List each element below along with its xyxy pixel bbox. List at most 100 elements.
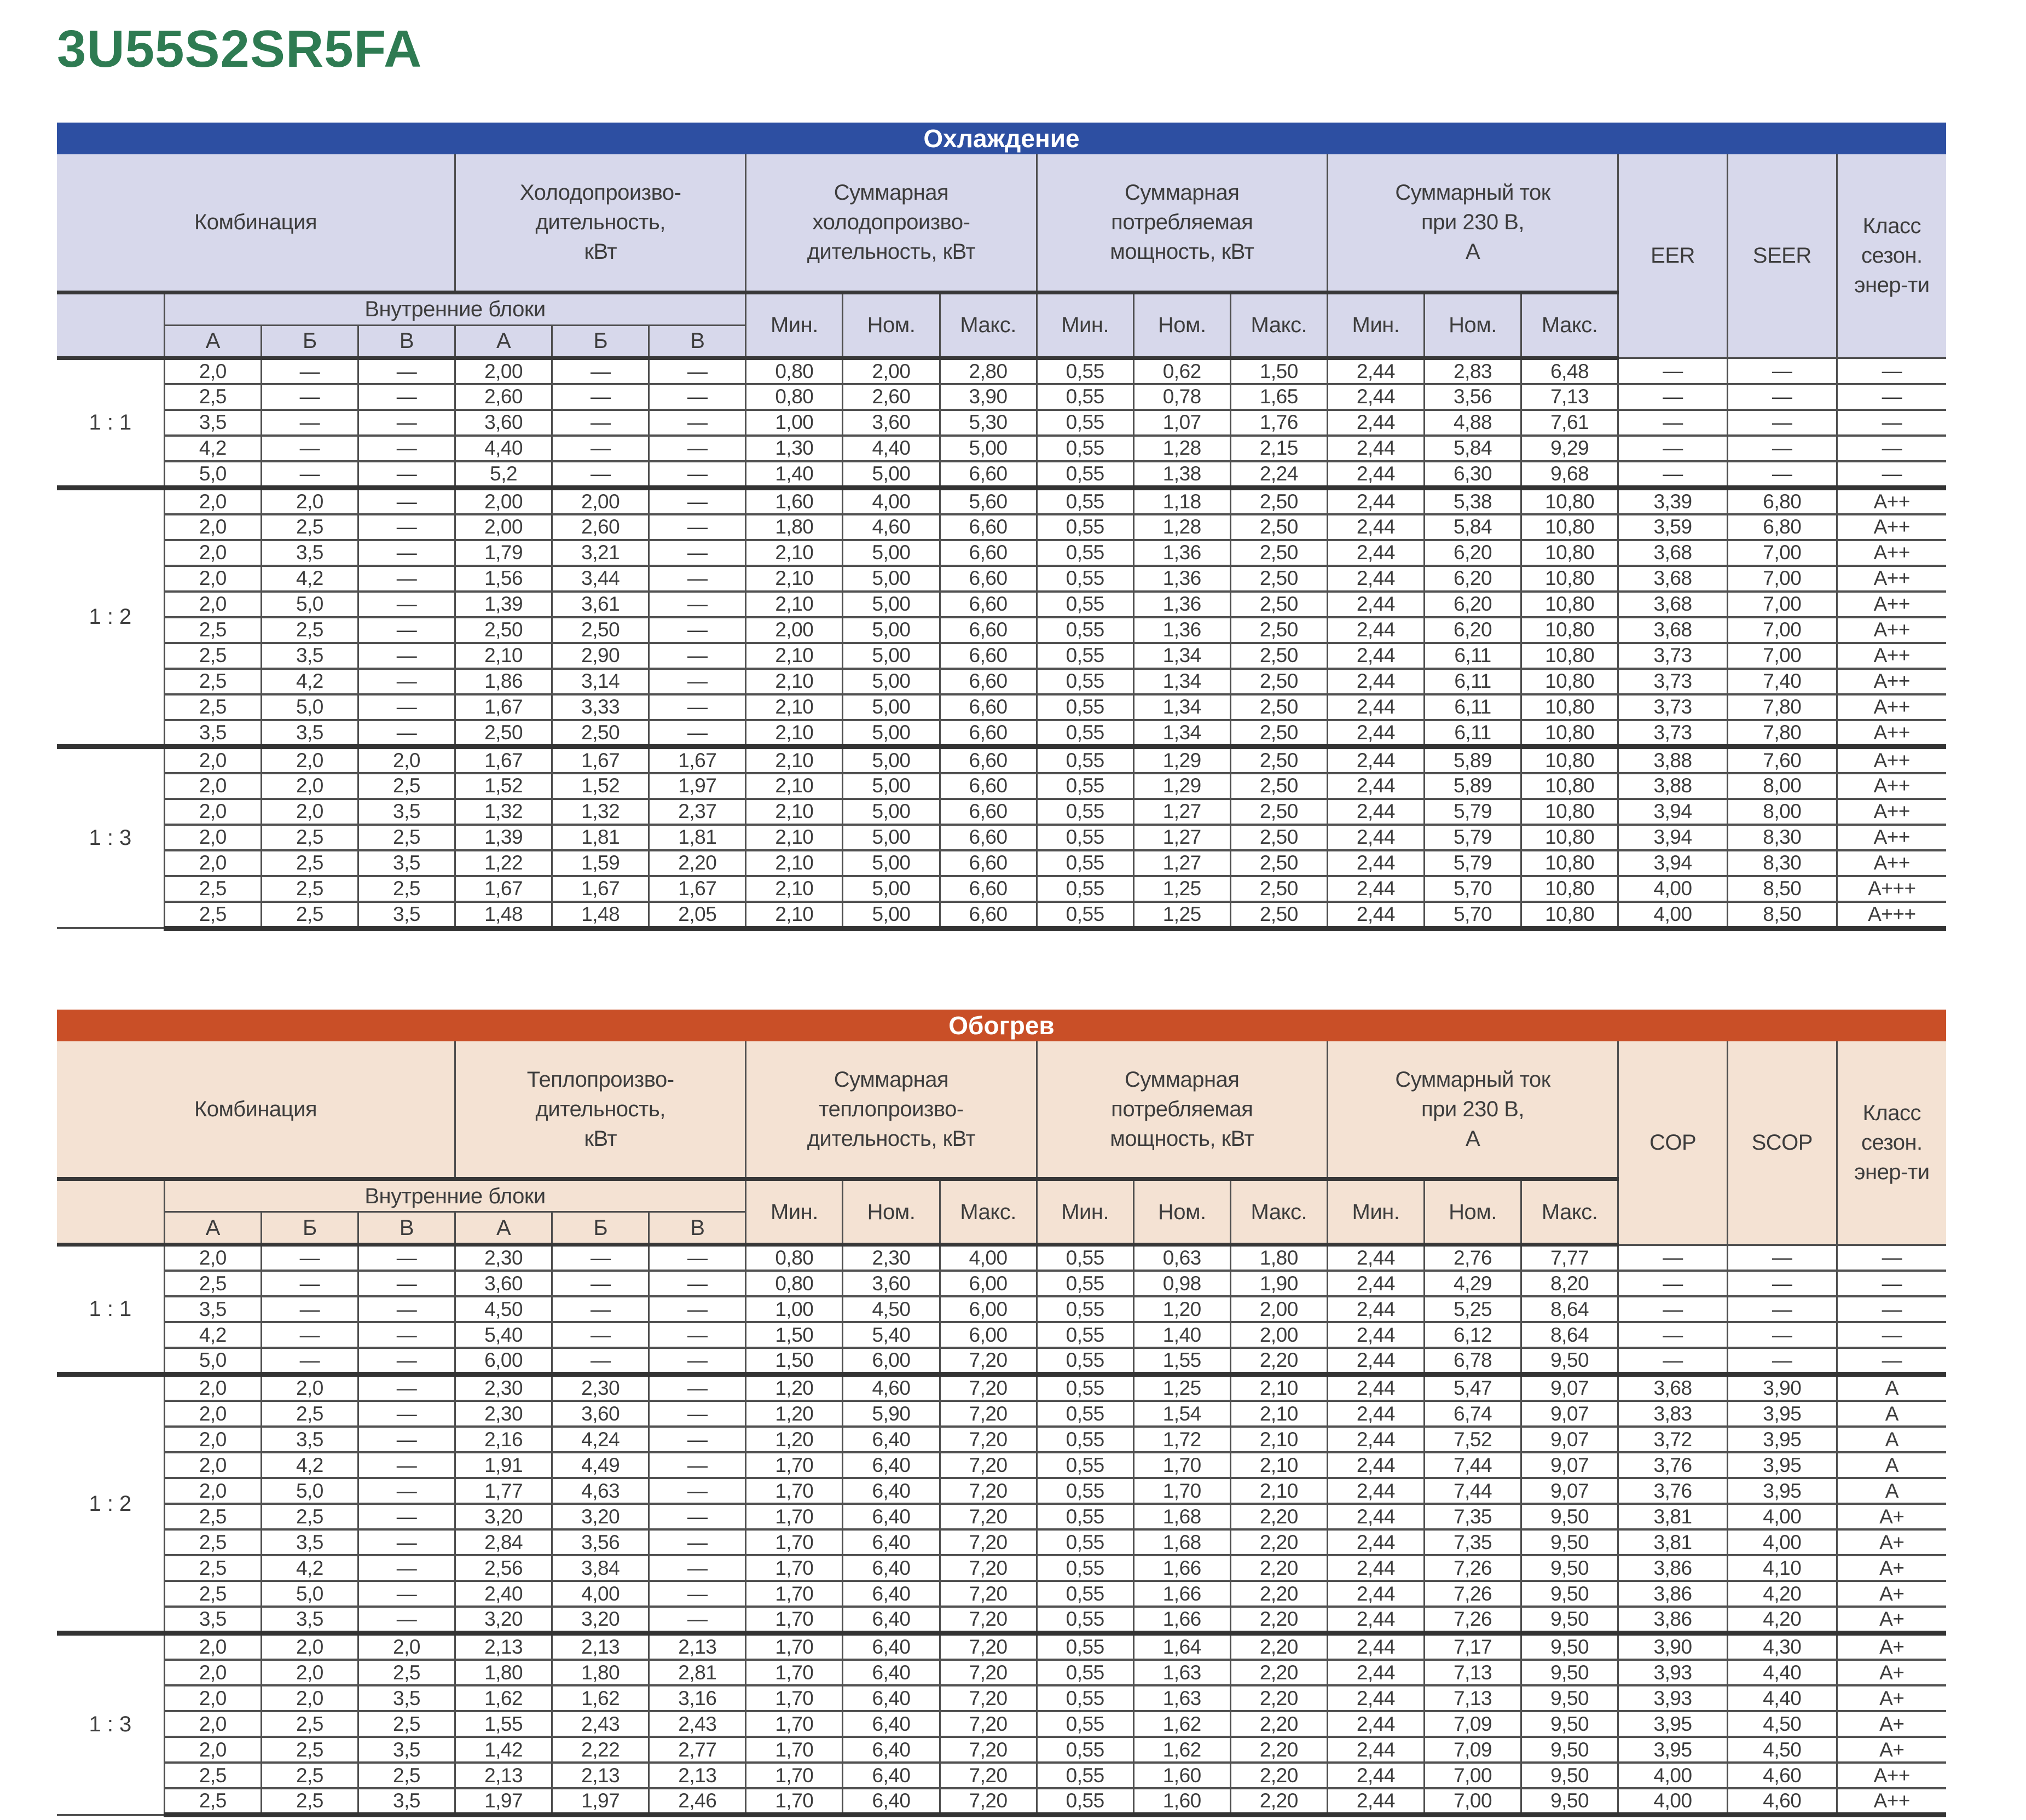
cell-current-nom: 4,29: [1424, 1271, 1521, 1296]
cell-current-nom: 7,35: [1424, 1504, 1521, 1529]
cell-cap-v: —: [649, 1245, 746, 1271]
cell-current-max: 10,80: [1521, 643, 1618, 669]
cell-comb-a: 2,5: [164, 694, 261, 720]
cell-scop: —: [1727, 1245, 1837, 1271]
cell-total-cap-max: 7,20: [940, 1737, 1037, 1763]
cell-cap-a: 1,80: [455, 1660, 552, 1685]
cell-total-cap-nom: 4,50: [843, 1296, 940, 1322]
cell-scop: 4,50: [1727, 1737, 1837, 1763]
cell-current-nom: 7,17: [1424, 1633, 1521, 1660]
cell-current-min: 2,44: [1327, 825, 1424, 850]
cell-power-nom: 1,72: [1133, 1427, 1230, 1452]
cell-comb-a: 2,0: [164, 566, 261, 592]
cell-power-min: 0,55: [1037, 1504, 1133, 1529]
cell-cap-a: 2,30: [455, 1245, 552, 1271]
table-row: 2,54,2—1,863,14—2,105,006,600,551,342,50…: [57, 669, 1946, 694]
cell-cop: —: [1618, 1271, 1728, 1296]
cell-cop: 3,83: [1618, 1401, 1728, 1427]
cell-current-min: 2,44: [1327, 1245, 1424, 1271]
table-row: 2,02,03,51,321,322,372,105,006,600,551,2…: [57, 799, 1946, 825]
table-row: 2,52,52,51,671,671,672,105,006,600,551,2…: [57, 876, 1946, 902]
cell-power-nom: 1,25: [1133, 876, 1230, 902]
cell-comb-v: —: [358, 720, 455, 747]
cell-seer: 6,80: [1727, 488, 1837, 514]
cell-cop: 3,86: [1618, 1607, 1728, 1633]
cell-power-max: 2,20: [1230, 1581, 1327, 1607]
cell-total-cap-min: 1,30: [746, 436, 843, 461]
cell-power-max: 2,00: [1230, 1322, 1327, 1348]
cell-class: A: [1837, 1478, 1946, 1504]
cell-comb-a: 2,0: [164, 773, 261, 799]
cell-current-nom: 6,78: [1424, 1348, 1521, 1375]
cell-comb-b: 2,5: [261, 1711, 358, 1737]
cell-cop: 3,76: [1618, 1452, 1728, 1478]
cell-current-nom: 7,26: [1424, 1555, 1521, 1581]
cell-power-max: 2,10: [1230, 1427, 1327, 1452]
cell-scop: —: [1727, 1322, 1837, 1348]
cell-comb-a: 2,0: [164, 1245, 261, 1271]
cell-class: —: [1837, 410, 1946, 436]
cell-class: A++: [1837, 773, 1946, 799]
cell-eer: 3,68: [1618, 566, 1728, 592]
cell-power-min: 0,55: [1037, 410, 1133, 436]
cell-comb-b: 5,0: [261, 694, 358, 720]
cell-current-max: 9,50: [1521, 1555, 1618, 1581]
cell-cap-v: —: [649, 436, 746, 461]
cell-current-nom: 6,11: [1424, 669, 1521, 694]
cell-eer: 3,88: [1618, 746, 1728, 773]
cell-power-nom: 1,25: [1133, 902, 1230, 929]
table-row: 2,02,53,51,422,222,771,706,407,200,551,6…: [57, 1737, 1946, 1763]
cell-comb-a: 2,0: [164, 1685, 261, 1711]
cell-power-nom: 0,98: [1133, 1271, 1230, 1296]
cell-current-max: 9,07: [1521, 1478, 1618, 1504]
cell-class: A: [1837, 1401, 1946, 1427]
cell-total-cap-min: 1,20: [746, 1401, 843, 1427]
cell-current-nom: 7,13: [1424, 1685, 1521, 1711]
cell-power-max: 2,50: [1230, 876, 1327, 902]
cell-current-min: 2,44: [1327, 1427, 1424, 1452]
cell-seer: 7,00: [1727, 617, 1837, 643]
cell-power-max: 2,50: [1230, 902, 1327, 929]
table-row: 2,52,52,52,132,132,131,706,407,200,551,6…: [57, 1763, 1946, 1788]
cell-cap-b: 3,14: [552, 669, 649, 694]
cell-cap-a: 1,77: [455, 1478, 552, 1504]
page-title: 3U55S2SR5FA: [57, 23, 1946, 76]
cell-total-cap-min: 2,10: [746, 850, 843, 876]
cell-power-nom: 0,63: [1133, 1245, 1230, 1271]
cell-eer: 3,73: [1618, 694, 1728, 720]
group-ratio-label: 1 : 3: [57, 1633, 164, 1815]
cell-cop: 3,93: [1618, 1660, 1728, 1685]
cell-total-cap-max: 6,60: [940, 773, 1037, 799]
cell-seer: 7,00: [1727, 540, 1837, 566]
table-row: 2,04,2—1,914,49—1,706,407,200,551,702,10…: [57, 1452, 1946, 1478]
cell-comb-b: —: [261, 410, 358, 436]
cell-power-nom: 1,60: [1133, 1763, 1230, 1788]
cell-comb-b: 5,0: [261, 592, 358, 617]
cell-comb-b: 2,5: [261, 1788, 358, 1815]
cell-comb-a: 2,5: [164, 643, 261, 669]
cell-comb-v: —: [358, 540, 455, 566]
header-min: Мин.: [1037, 292, 1133, 358]
cell-total-cap-nom: 5,00: [843, 850, 940, 876]
cell-cap-a: 3,20: [455, 1607, 552, 1633]
cell-total-cap-max: 7,20: [940, 1711, 1037, 1737]
header-unit-А: А: [164, 325, 261, 358]
cell-power-nom: 1,36: [1133, 592, 1230, 617]
cell-current-min: 2,44: [1327, 850, 1424, 876]
cell-total-cap-nom: 6,40: [843, 1660, 940, 1685]
cell-comb-v: —: [358, 1555, 455, 1581]
cell-current-nom: 7,13: [1424, 1660, 1521, 1685]
cell-comb-b: —: [261, 1245, 358, 1271]
cell-total-cap-nom: 6,40: [843, 1452, 940, 1478]
cell-current-max: 10,80: [1521, 566, 1618, 592]
cell-comb-b: —: [261, 461, 358, 488]
cell-comb-b: 4,2: [261, 566, 358, 592]
table-row: 3,5——3,60——1,003,605,300,551,071,762,444…: [57, 410, 1946, 436]
cell-cap-a: 2,56: [455, 1555, 552, 1581]
cell-total-cap-min: 1,70: [746, 1685, 843, 1711]
cell-cap-v: 2,20: [649, 850, 746, 876]
cell-total-cap-nom: 6,40: [843, 1685, 940, 1711]
cell-eer: 3,94: [1618, 799, 1728, 825]
cell-total-cap-max: 6,60: [940, 825, 1037, 850]
cell-cop: 3,86: [1618, 1555, 1728, 1581]
